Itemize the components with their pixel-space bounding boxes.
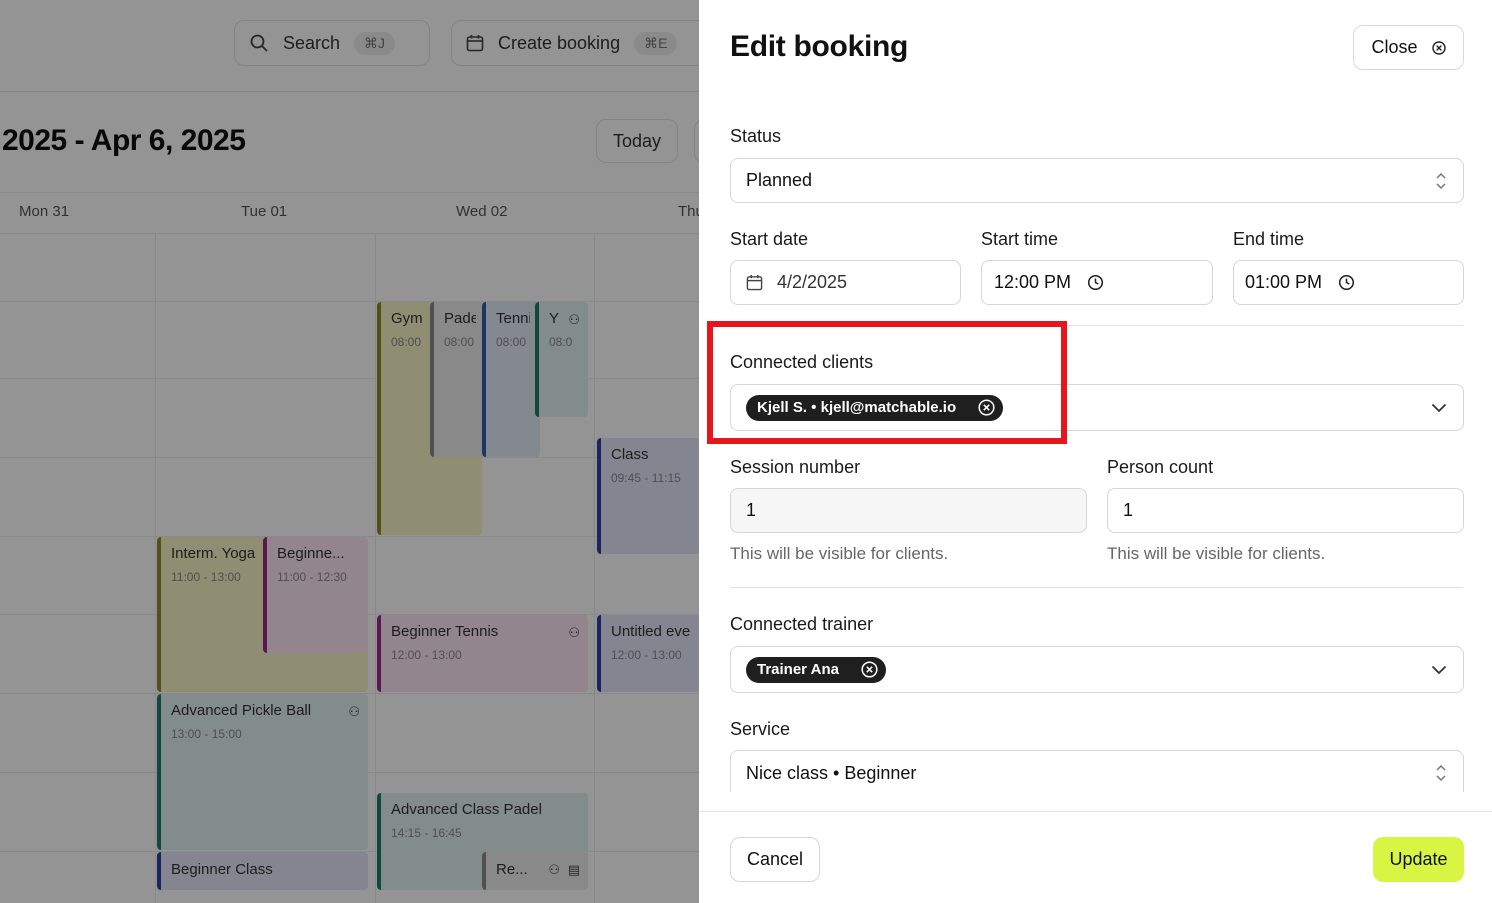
close-button[interactable]: Close: [1353, 25, 1464, 70]
session-number-value: 1: [746, 500, 757, 520]
chevron-up-down-icon: [1436, 172, 1446, 189]
start-date-value: 4/2/2025: [777, 272, 848, 292]
chevron-down-icon: [1431, 665, 1447, 674]
connected-clients-label: Connected clients: [730, 352, 874, 372]
start-time-label: Start time: [981, 229, 1059, 249]
end-time-input[interactable]: 01:00 PM: [1233, 260, 1464, 305]
calendar-background: Search ⌘J Create booking ⌘E 2025 - Apr 6…: [0, 0, 700, 903]
status-value: Planned: [746, 170, 813, 190]
start-date-input[interactable]: 4/2/2025: [730, 260, 961, 305]
service-value: Nice class • Beginner: [746, 763, 917, 783]
remove-chip-icon[interactable]: [978, 399, 995, 416]
start-time-input[interactable]: 12:00 PM: [981, 260, 1213, 305]
session-number-input[interactable]: 1: [730, 488, 1087, 533]
calendar-icon: [746, 274, 763, 291]
trainer-chip: Trainer Ana: [746, 656, 886, 683]
session-number-hint: This will be visible for clients.: [730, 544, 949, 563]
section-divider: [730, 325, 1463, 326]
start-date-label: Start date: [730, 229, 809, 249]
start-time-value: 12:00 PM: [994, 272, 1072, 292]
status-label: Status: [730, 126, 782, 146]
cancel-button[interactable]: Cancel: [730, 837, 820, 882]
person-count-input[interactable]: 1: [1107, 488, 1464, 533]
clock-icon: [1087, 274, 1104, 291]
session-number-label: Session number: [730, 457, 861, 477]
client-chip-label: Kjell S. • kjell@matchable.io: [757, 399, 957, 416]
person-count-value: 1: [1123, 500, 1134, 520]
section-divider: [730, 587, 1463, 588]
connected-trainer-select[interactable]: Trainer Ana: [730, 646, 1464, 693]
footer-divider: [699, 811, 1492, 812]
service-label: Service: [730, 719, 791, 739]
end-time-value: 01:00 PM: [1245, 272, 1323, 292]
status-select[interactable]: Planned: [730, 158, 1464, 203]
connected-clients-select[interactable]: Kjell S. • kjell@matchable.io: [730, 384, 1464, 431]
connected-trainer-label: Connected trainer: [730, 614, 874, 634]
update-button[interactable]: Update: [1373, 837, 1464, 882]
end-time-label: End time: [1233, 229, 1305, 249]
client-chip: Kjell S. • kjell@matchable.io: [746, 394, 1004, 421]
service-select[interactable]: Nice class • Beginner: [730, 750, 1464, 792]
chevron-up-down-icon: [1436, 764, 1446, 782]
close-label: Close: [1371, 37, 1418, 57]
person-count-label: Person count: [1107, 457, 1214, 477]
edit-booking-panel: Edit booking Close Status Planned Start …: [699, 0, 1492, 903]
chevron-down-icon: [1431, 403, 1447, 412]
person-count-hint: This will be visible for clients.: [1107, 544, 1326, 563]
remove-chip-icon[interactable]: [861, 661, 878, 678]
modal-overlay[interactable]: [0, 0, 700, 903]
close-circle-icon: [1431, 40, 1446, 55]
panel-title: Edit booking: [730, 30, 909, 63]
trainer-chip-label: Trainer Ana: [757, 661, 839, 678]
clock-icon: [1338, 274, 1355, 291]
